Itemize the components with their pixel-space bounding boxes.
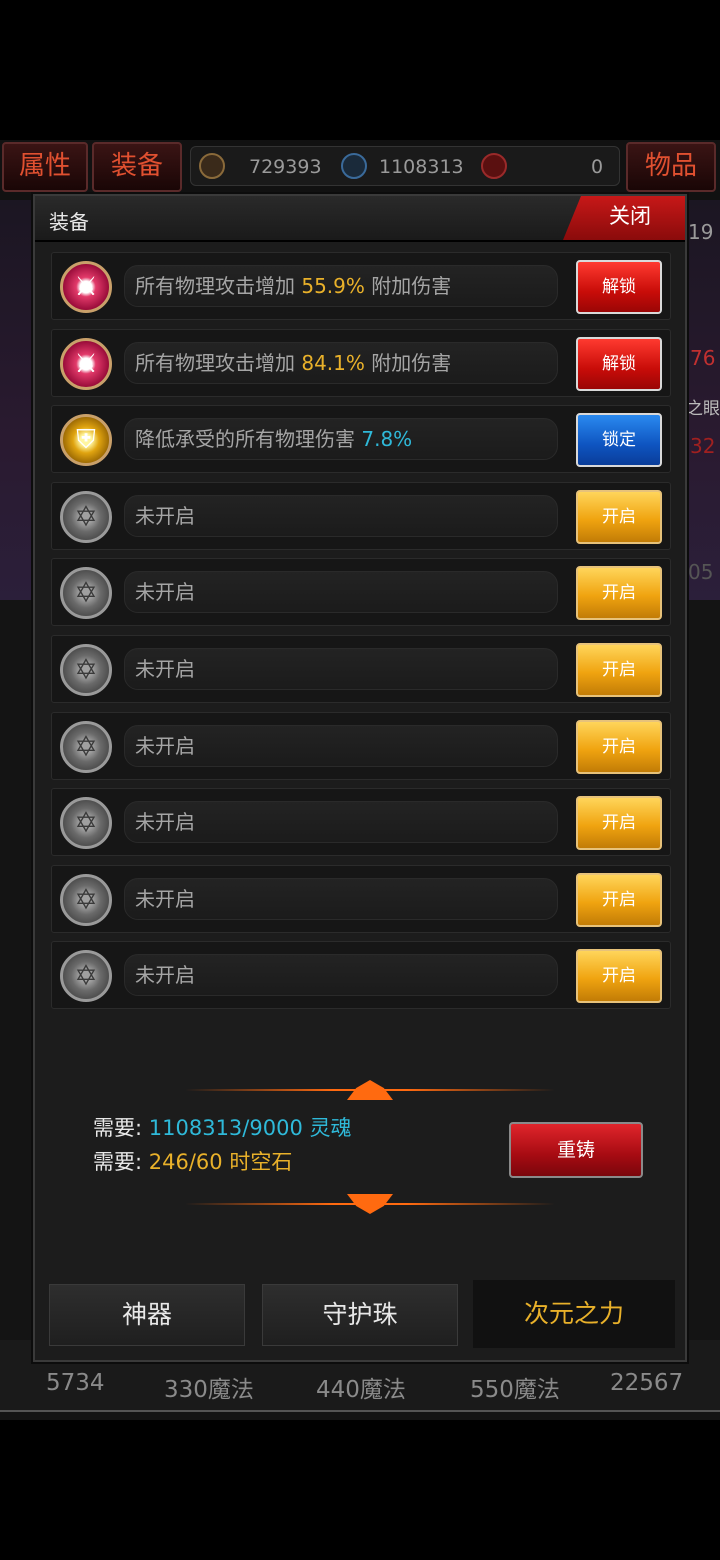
lock-button[interactable]: 锁定 [576, 413, 662, 468]
slot-description: 未开启 [124, 954, 558, 997]
open-slot-button[interactable]: 开启 [576, 642, 662, 697]
attribute-slot-row: ⛨ 降低承受的所有物理伤害 7.8% 锁定 [51, 405, 671, 474]
slot-description: 未开启 [124, 647, 558, 690]
bottom-value: 22567 [610, 1370, 684, 1396]
recast-button[interactable]: 重铸 [509, 1122, 643, 1178]
side-fragment: 32 [690, 434, 716, 458]
currency-bar: 729393 1108313 0 [190, 146, 620, 186]
slot-description: 未开启 [124, 571, 558, 614]
open-slot-button[interactable]: 开启 [576, 566, 662, 621]
bottom-value: 5734 [46, 1370, 105, 1396]
grey-hexagram-icon: ✡ [60, 950, 112, 1003]
bottom-value: 550魔法 [470, 1377, 560, 1403]
bottom-value: 330魔法 [164, 1377, 254, 1403]
coin-value: 729393 [249, 156, 322, 178]
red-gem-icon [481, 153, 507, 179]
attribute-slot-row: ⚔ 所有物理攻击增加 84.1% 附加伤害 解锁 [51, 328, 671, 397]
attribute-slot-list: ⚔ 所有物理攻击增加 55.9% 附加伤害 解锁 ⚔ 所有物理攻击增加 84.1… [51, 252, 671, 1018]
modal-header: 装备 关闭 [35, 196, 685, 242]
grey-hexagram-icon: ✡ [60, 797, 112, 850]
bottom-value: 440魔法 [316, 1377, 406, 1403]
gold-shield-emblem-icon: ⛨ [60, 414, 112, 467]
gem-value: 0 [591, 156, 604, 178]
tab-artifact[interactable]: 神器 [49, 1284, 245, 1346]
grey-hexagram-icon: ✡ [60, 720, 112, 773]
slot-description: 未开启 [124, 724, 558, 767]
unlock-button[interactable]: 解锁 [576, 336, 662, 391]
tab-items[interactable]: 物品 [626, 142, 716, 192]
side-fragment: 76 [690, 346, 716, 370]
side-fragment: 之眼 [686, 399, 720, 419]
attribute-slot-row: ✡ 未开启 开启 [51, 941, 671, 1010]
grey-hexagram-icon: ✡ [60, 873, 112, 926]
ornament-divider [185, 1194, 555, 1214]
open-slot-button[interactable]: 开启 [576, 949, 662, 1004]
tab-dimension-power[interactable]: 次元之力 [473, 1280, 675, 1348]
open-slot-button[interactable]: 开启 [576, 489, 662, 544]
attribute-slot-row: ✡ 未开启 开启 [51, 481, 671, 550]
equipment-modal: 装备 关闭 ⚔ 所有物理攻击增加 55.9% 附加伤害 解锁 ⚔ 所有物理攻击增… [33, 194, 687, 1362]
attribute-slot-row: ✡ 未开启 开启 [51, 558, 671, 627]
skull-soul-icon [341, 153, 367, 179]
coin-icon [199, 153, 225, 179]
grey-hexagram-icon: ✡ [60, 643, 112, 696]
attribute-slot-row: ✡ 未开启 开启 [51, 634, 671, 703]
tab-attributes[interactable]: 属性 [2, 142, 88, 192]
attribute-slot-row: ✡ 未开启 开启 [51, 788, 671, 857]
requirement-spacetime-stone: 需要: 246/60 时空石 [93, 1150, 293, 1174]
close-button[interactable]: 关闭 [563, 196, 685, 240]
open-slot-button[interactable]: 开启 [576, 796, 662, 851]
side-fragment: 05 [688, 560, 714, 584]
modal-title: 装备 [49, 210, 89, 234]
red-sword-emblem-icon: ⚔ [60, 337, 112, 390]
slot-description: 未开启 [124, 494, 558, 537]
red-sword-emblem-icon: ⚔ [60, 261, 112, 313]
slot-description: 所有物理攻击增加 55.9% 附加伤害 [124, 265, 558, 307]
slot-description: 未开启 [124, 877, 558, 920]
grey-hexagram-icon: ✡ [60, 567, 112, 620]
grey-hexagram-icon: ✡ [60, 490, 112, 543]
open-slot-button[interactable]: 开启 [576, 872, 662, 927]
tab-equipment[interactable]: 装备 [92, 142, 182, 192]
open-slot-button[interactable]: 开启 [576, 719, 662, 774]
attribute-slot-row: ✡ 未开启 开启 [51, 711, 671, 780]
attribute-slot-row: ⚔ 所有物理攻击增加 55.9% 附加伤害 解锁 [51, 252, 671, 320]
unlock-button[interactable]: 解锁 [576, 260, 662, 314]
ornament-divider [185, 1080, 555, 1100]
tab-guardian-orb[interactable]: 守护珠 [262, 1284, 458, 1346]
slot-description: 降低承受的所有物理伤害 7.8% [124, 418, 558, 461]
soul-value: 1108313 [379, 156, 464, 178]
requirement-souls: 需要: 1108313/9000 灵魂 [93, 1116, 352, 1140]
slot-description: 未开启 [124, 801, 558, 844]
modal-tab-bar: 神器 守护珠 次元之力 [49, 1280, 675, 1348]
side-fragment: 19 [688, 220, 714, 244]
attribute-slot-row: ✡ 未开启 开启 [51, 864, 671, 933]
slot-description: 所有物理攻击增加 84.1% 附加伤害 [124, 341, 558, 384]
